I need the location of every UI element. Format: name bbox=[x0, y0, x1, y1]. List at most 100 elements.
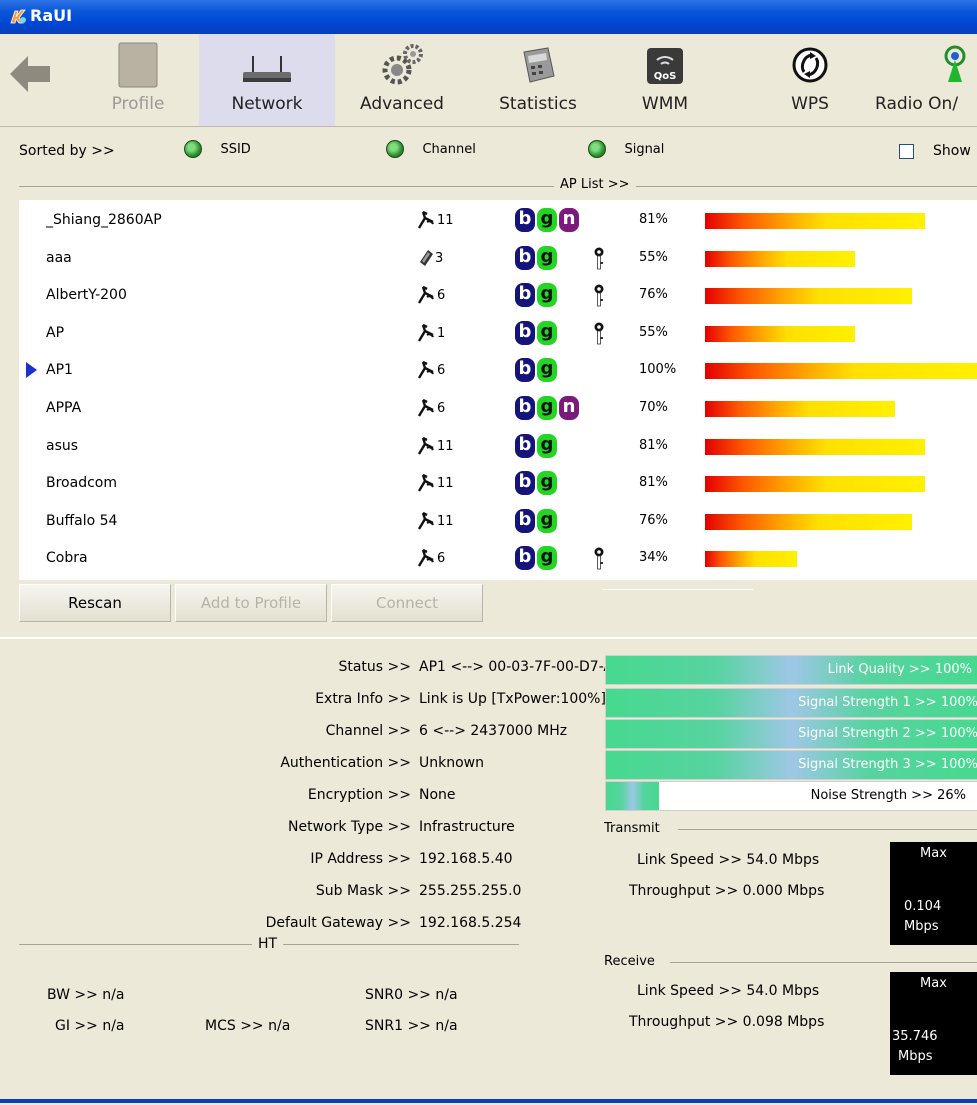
ap-mode-badges: bg bbox=[515, 546, 559, 571]
ap-list-row[interactable]: _Shiang_2860AP 11 b g n 81% bbox=[19, 202, 977, 239]
ap-signal-bar bbox=[705, 551, 797, 568]
infrastructure-ap-icon bbox=[417, 398, 434, 417]
sort-channel-label: Channel bbox=[422, 142, 476, 157]
tab-wps[interactable]: WPS bbox=[765, 34, 855, 126]
infrastructure-ap-icon bbox=[417, 210, 434, 229]
ap-signal-bar bbox=[705, 476, 925, 493]
subnet-mask-key: Sub Mask >> bbox=[315, 883, 411, 899]
radio-button-icon[interactable] bbox=[588, 140, 606, 158]
show-label: Show bbox=[933, 143, 971, 159]
radio-button-icon[interactable] bbox=[386, 140, 404, 158]
sort-ssid-option[interactable]: SSID bbox=[184, 140, 251, 158]
default-gateway-value: 192.168.5.254 bbox=[419, 915, 522, 931]
rescan-button[interactable]: Rescan bbox=[19, 584, 171, 622]
ap-channel-cell: 11 bbox=[417, 511, 454, 531]
mode-g-badge: g bbox=[537, 283, 557, 308]
ap-channel-cell: 6 bbox=[417, 548, 445, 568]
ap-list[interactable]: _Shiang_2860AP 11 b g n 81% aaa 3 b g 55% AlbertY-2… bbox=[19, 200, 977, 580]
back-arrow-icon bbox=[10, 56, 50, 92]
ap-channel: 11 bbox=[437, 213, 454, 228]
ap-signal-percent: 81% bbox=[639, 212, 668, 227]
ap-list-row[interactable]: AlbertY-200 6 b g 76% bbox=[19, 277, 977, 314]
receive-graph-unit: Mbps bbox=[898, 1049, 933, 1064]
ap-signal-bar bbox=[705, 288, 912, 305]
mode-g-badge: g bbox=[537, 508, 557, 533]
ap-list-row[interactable]: asus 11 b g 81% bbox=[19, 428, 977, 465]
ht-caption: HT bbox=[252, 936, 284, 952]
signal-strength-2-label: Signal Strength 2 >> 100% bbox=[798, 726, 977, 741]
ap-list-row[interactable]: APPA 6 b g n 70% bbox=[19, 390, 977, 427]
ap-mode-badges: bg bbox=[515, 508, 559, 533]
app-icon bbox=[10, 9, 26, 24]
ap-signal-percent: 100% bbox=[639, 362, 677, 378]
ap-mode-badges: bg bbox=[515, 433, 559, 458]
status-key: Status >> bbox=[338, 659, 411, 675]
ht-snr0: SNR0 >> n/a bbox=[365, 987, 458, 1003]
ap-mode-badges: bg bbox=[515, 471, 559, 496]
ap-list-row[interactable]: AP 1 b g 55% bbox=[19, 315, 977, 352]
tab-wps-label: WPS bbox=[791, 94, 829, 114]
tab-profile[interactable]: Profile bbox=[82, 34, 194, 126]
ap-list-row[interactable]: Broadcom 11 b g 81% bbox=[19, 465, 977, 502]
tab-wmm[interactable]: QoS WMM bbox=[620, 34, 710, 126]
infrastructure-ap-icon bbox=[417, 511, 434, 530]
ap-signal-bar bbox=[705, 213, 925, 229]
sort-signal-option[interactable]: Signal bbox=[588, 140, 664, 158]
ap-mode-badges: bgn bbox=[515, 208, 581, 232]
radio-button-icon[interactable] bbox=[184, 140, 202, 158]
tab-statistics[interactable]: Statistics bbox=[484, 34, 592, 126]
ap-ssid: APPA bbox=[46, 400, 82, 416]
network-type-value: Infrastructure bbox=[419, 819, 515, 835]
sort-signal-label: Signal bbox=[624, 142, 665, 157]
mode-b-badge: b bbox=[515, 283, 535, 308]
mode-g-badge: g bbox=[537, 546, 557, 571]
noise-strength-fill bbox=[606, 782, 659, 810]
ap-ssid: asus bbox=[46, 437, 79, 454]
connect-button[interactable]: Connect bbox=[331, 584, 483, 622]
ap-list-row[interactable]: aaa 3 b g 55% bbox=[19, 240, 977, 277]
key-icon bbox=[593, 284, 605, 312]
ap-channel-cell: 1 bbox=[417, 323, 445, 343]
ap-list-row[interactable]: AP1 6 b g 100% bbox=[19, 352, 977, 389]
ap-signal-bar bbox=[705, 401, 895, 417]
ip-address-value: 192.168.5.40 bbox=[419, 851, 513, 867]
authentication-value: Unknown bbox=[419, 755, 484, 771]
qos-icon: QoS bbox=[647, 48, 683, 84]
ap-list-row[interactable]: Buffalo 54 11 b g 76% bbox=[19, 503, 977, 540]
ap-list-caption: AP List >> bbox=[554, 177, 636, 192]
authentication-key: Authentication >> bbox=[280, 755, 411, 771]
sort-ssid-label: SSID bbox=[220, 142, 251, 157]
ap-signal-percent: 55% bbox=[639, 249, 668, 265]
add-to-profile-button[interactable]: Add to Profile bbox=[175, 584, 327, 622]
ht-snr1: SNR1 >> n/a bbox=[365, 1018, 458, 1034]
key-icon bbox=[593, 247, 605, 275]
tab-network[interactable]: Network bbox=[199, 34, 335, 126]
ht-mcs: MCS >> n/a bbox=[205, 1018, 291, 1034]
ap-ssid: Cobra bbox=[46, 550, 88, 567]
tab-advanced[interactable]: Advanced bbox=[350, 34, 454, 126]
show-checkbox-wrap[interactable] bbox=[899, 142, 914, 159]
receive-graph: Max 35.746 Mbps bbox=[890, 972, 977, 1075]
title-bar[interactable]: RaUI bbox=[0, 0, 977, 34]
mode-b-badge: b bbox=[515, 358, 535, 383]
receive-link-speed: Link Speed >> 54.0 Mbps bbox=[637, 983, 820, 999]
ap-channel-cell: 11 bbox=[417, 210, 454, 230]
radio-toggle-button[interactable]: Radio On/ bbox=[870, 34, 977, 126]
gears-icon bbox=[382, 44, 423, 85]
default-gateway-key: Default Gateway >> bbox=[265, 915, 411, 931]
mode-g-badge: g bbox=[537, 471, 557, 496]
show-checkbox[interactable] bbox=[899, 144, 914, 159]
mode-b-badge: b bbox=[515, 245, 535, 270]
signal-strength-3-label: Signal Strength 3 >> 100% bbox=[798, 757, 977, 772]
ap-channel-cell: 3 bbox=[417, 248, 443, 268]
toolbar: Profile Network Advanced Statistics QoS … bbox=[0, 34, 977, 127]
back-button[interactable] bbox=[0, 34, 60, 126]
ap-mode-badges: bg bbox=[515, 358, 559, 383]
sort-channel-option[interactable]: Channel bbox=[386, 140, 476, 158]
ap-list-row[interactable]: Cobra 6 b g 34% bbox=[19, 540, 977, 577]
ap-channel: 11 bbox=[437, 476, 454, 492]
mode-n-badge: n bbox=[559, 396, 579, 420]
tab-statistics-label: Statistics bbox=[499, 94, 577, 114]
transmit-caption: Transmit bbox=[604, 821, 666, 836]
encryption-key: Encryption >> bbox=[307, 787, 411, 803]
